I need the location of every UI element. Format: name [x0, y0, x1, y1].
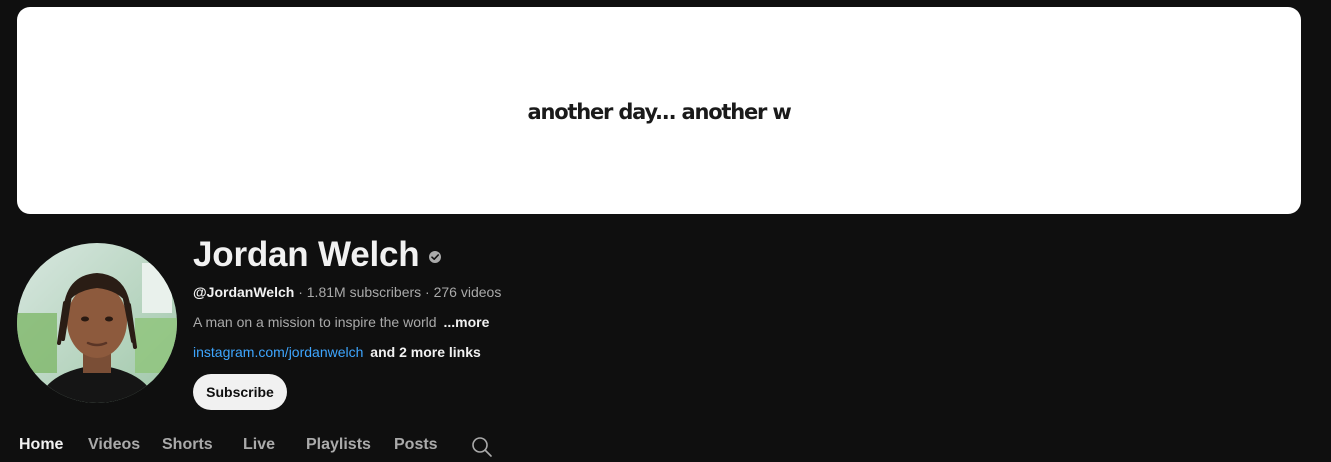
video-count: 276 videos: [433, 284, 502, 300]
channel-meta: @JordanWelch · 1.81M subscribers · 276 v…: [193, 284, 501, 300]
tab-home[interactable]: Home: [19, 436, 63, 454]
name-row: Jordan Welch: [193, 233, 442, 277]
channel-description[interactable]: A man on a mission to inspire the world …: [193, 314, 489, 330]
subscribe-button[interactable]: Subscribe: [193, 374, 287, 410]
more-links-button[interactable]: and 2 more links: [370, 344, 480, 360]
tab-shorts[interactable]: Shorts: [162, 436, 213, 454]
avatar-image: [17, 243, 177, 403]
avatar[interactable]: [17, 243, 177, 403]
channel-links: instagram.com/jordanwelch and 2 more lin…: [193, 344, 481, 360]
tab-posts[interactable]: Posts: [394, 436, 438, 454]
subscriber-count: 1.81M subscribers: [306, 284, 422, 300]
search-icon[interactable]: [471, 436, 493, 458]
more-description-link[interactable]: ...more: [443, 314, 489, 330]
meta-separator: ·: [421, 284, 434, 300]
channel-name: Jordan Welch: [193, 235, 420, 274]
channel-info: Jordan Welch @JordanWelch · 1.81M subscr…: [193, 233, 501, 410]
channel-page: another day... another w Jordan Welch @J…: [0, 0, 1331, 462]
banner-text: another day... another w: [527, 99, 791, 124]
description-text: A man on a mission to inspire the world: [193, 314, 437, 330]
instagram-link[interactable]: instagram.com/jordanwelch: [193, 344, 363, 360]
channel-banner: another day... another w: [17, 7, 1301, 214]
channel-handle: @JordanWelch: [193, 284, 295, 300]
tab-live[interactable]: Live: [243, 436, 275, 454]
verified-check-icon: [428, 250, 442, 264]
meta-separator: ·: [294, 284, 307, 300]
tab-videos[interactable]: Videos: [88, 436, 140, 454]
tab-playlists[interactable]: Playlists: [306, 436, 371, 454]
